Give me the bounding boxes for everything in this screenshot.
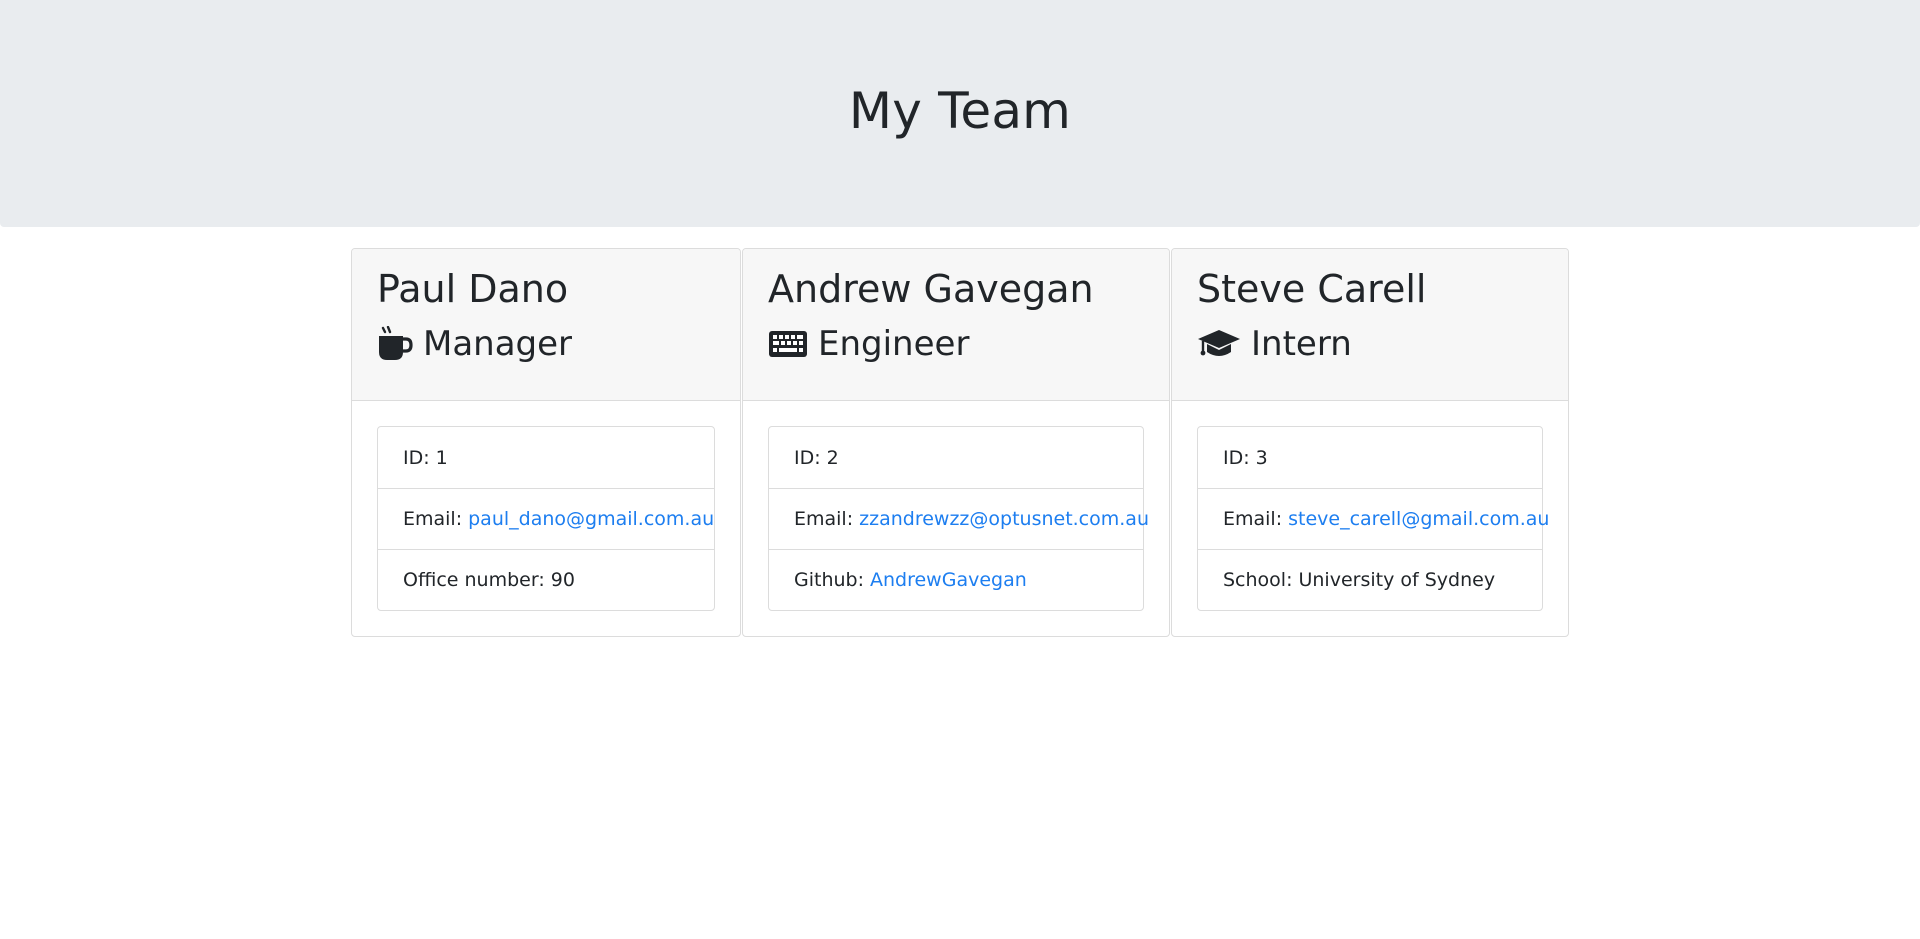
employee-role: Intern [1197, 322, 1543, 366]
list-item-github: Github: AndrewGavegan [769, 549, 1143, 610]
email-label: Email: [794, 508, 854, 530]
employee-role-label: Engineer [818, 324, 970, 364]
employee-name: Paul Dano [377, 267, 569, 311]
list-item-school: School: University of Sydney [1198, 549, 1542, 610]
id-label: ID: [794, 446, 821, 469]
list-item-id: ID: 2 [769, 427, 1143, 488]
employee-role-label: Manager [423, 324, 573, 364]
list-item-email: Email: zzandrewzz@optusnet.com.au [769, 488, 1149, 549]
employee-card-intern: Steve Carell Intern ID: 3 Email: steve_c… [1171, 248, 1569, 637]
card-header: Steve Carell Intern [1172, 249, 1568, 401]
employee-role: Engineer [768, 322, 1144, 366]
email-label: Email: [403, 508, 463, 530]
email-link[interactable]: steve_carell@gmail.com.au [1288, 508, 1549, 530]
list-item-id: ID: 3 [1198, 427, 1542, 488]
employee-details-list: ID: 1 Email: paul_dano@gmail.com.au Offi… [377, 426, 715, 611]
id-value: 1 [435, 446, 448, 469]
employee-name: Andrew Gavegan [768, 267, 1094, 311]
card-header: Andrew Gavegan Engineer [743, 249, 1169, 401]
team-cards: Paul Dano Manager ID: 1 Email: paul_dano… [351, 248, 1569, 637]
list-item-id: ID: 1 [378, 427, 714, 488]
page-header: My Team [0, 0, 1920, 227]
employee-role: Manager [377, 322, 715, 366]
keyboard-icon [768, 329, 808, 359]
id-value: 3 [1255, 446, 1268, 469]
page-title: My Team [848, 81, 1072, 140]
employee-name: Steve Carell [1197, 267, 1427, 311]
coffee-mug-icon [377, 326, 413, 362]
id-label: ID: [1223, 446, 1250, 469]
github-label: Github: [794, 569, 864, 591]
list-item-email: Email: steve_carell@gmail.com.au [1198, 488, 1549, 549]
email-link[interactable]: zzandrewzz@optusnet.com.au [859, 508, 1149, 530]
github-link[interactable]: AndrewGavegan [870, 569, 1027, 591]
list-item-office-number: Office number: 90 [378, 549, 714, 610]
card-body: ID: 1 Email: paul_dano@gmail.com.au Offi… [352, 401, 740, 611]
id-value: 2 [826, 446, 839, 469]
graduation-cap-icon [1197, 328, 1241, 360]
employee-details-list: ID: 2 Email: zzandrewzz@optusnet.com.au … [768, 426, 1149, 611]
card-header: Paul Dano Manager [352, 249, 740, 401]
school-label: School: [1223, 569, 1293, 591]
office-number-label: Office number: [403, 569, 545, 591]
email-label: Email: [1223, 508, 1283, 530]
card-body: ID: 3 Email: steve_carell@gmail.com.au S… [1172, 401, 1568, 611]
card-body: ID: 2 Email: zzandrewzz@optusnet.com.au … [743, 401, 1169, 611]
email-link[interactable]: paul_dano@gmail.com.au [468, 508, 714, 530]
employee-card-engineer: Andrew Gavegan Engineer ID: 2 Email: zza… [742, 248, 1170, 637]
school-value: University of Sydney [1298, 569, 1496, 591]
list-item-email: Email: paul_dano@gmail.com.au [378, 488, 714, 549]
id-label: ID: [403, 446, 430, 469]
employee-role-label: Intern [1251, 324, 1352, 364]
employee-details-list: ID: 3 Email: steve_carell@gmail.com.au S… [1197, 426, 1549, 611]
office-number-value: 90 [550, 569, 575, 591]
employee-card-manager: Paul Dano Manager ID: 1 Email: paul_dano… [351, 248, 741, 637]
